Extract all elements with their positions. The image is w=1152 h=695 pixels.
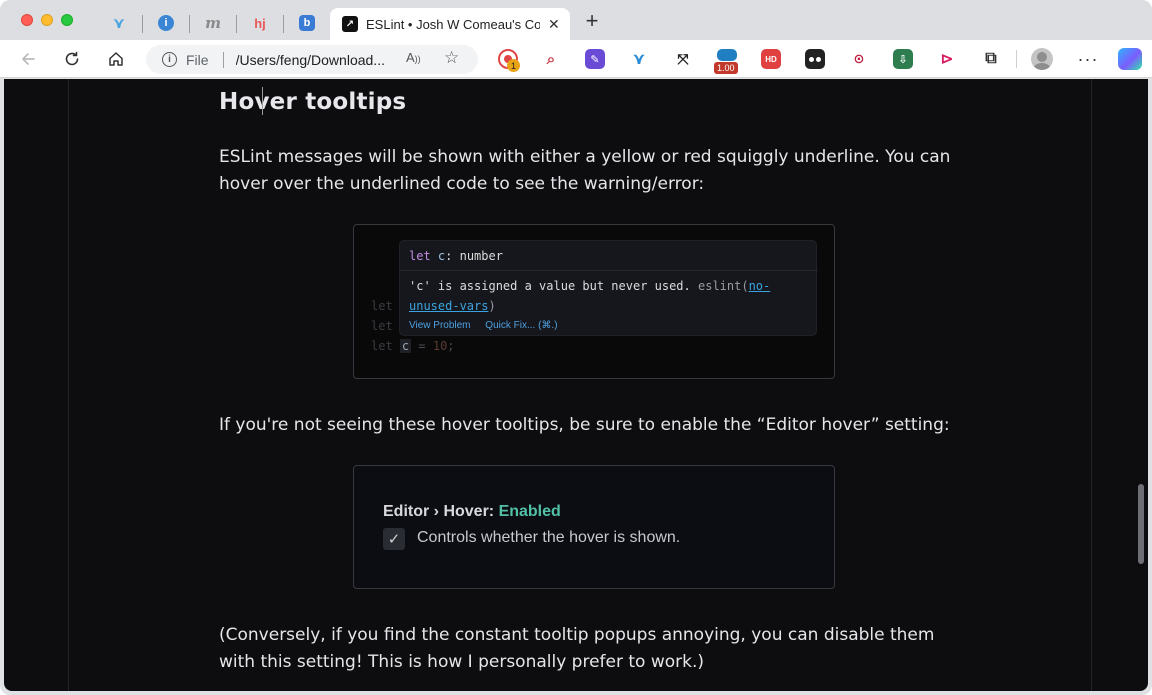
tab-strip: ⋎ i m hj b ↗ ESLint • Josh W Comeau's Co… [0,0,1152,40]
hj-tab-icon: hj [254,15,266,31]
extension-pen-icon[interactable]: ✎ [585,49,605,69]
code-tooltip-figure: let let let c = 10; let c: number 'c' is… [353,224,835,379]
profile-avatar[interactable] [1031,48,1053,70]
extension-speed-icon[interactable] [717,49,737,61]
extension-hd-icon[interactable]: HD [761,49,781,69]
setting-title: Editor › Hover: Enabled [383,503,561,520]
tab-separator [283,15,284,33]
b-tab-icon: b [299,15,315,31]
toolbar-separator [1016,50,1017,68]
address-bar[interactable]: i File /Users/feng/Download... A)) ☆ [146,45,478,74]
close-tab-icon[interactable]: ✕ [548,16,560,33]
tab-separator [142,15,143,33]
favorite-star-icon[interactable]: ☆ [444,48,459,68]
copilot-icon[interactable] [1118,48,1142,70]
column-guide-left [68,79,69,691]
paragraph-conversely: (Conversely, if you find the constant to… [219,625,935,672]
setting-value: Enabled [498,503,561,520]
code-line-3: let c = 10; [371,339,455,353]
minimize-window-button[interactable] [41,14,53,26]
underlined-variable: c [399,339,412,353]
section-heading: Hover tooltips [219,89,407,115]
extension-badge: 1 [507,59,520,72]
tooltip-actions: View Problem Quick Fix... (⌘.) [409,320,570,331]
code-line-2: let [371,319,393,333]
column-guide-right [1091,79,1092,691]
more-menu-icon[interactable]: ··· [1077,48,1099,70]
address-url[interactable]: /Users/feng/Download... [236,52,394,68]
site-info-icon[interactable]: i [162,52,177,67]
close-window-button[interactable] [21,14,33,26]
info-tab-icon: i [158,15,174,31]
pinned-tab-m[interactable]: m [199,10,227,36]
paragraph-enable-setting: If you're not seeing these hover tooltip… [219,415,950,435]
hover-tooltip: let c: number 'c' is assigned a value bu… [399,240,818,336]
extension-download-icon[interactable]: ⇩ [893,49,913,69]
tab-separator [236,15,237,33]
pinned-tab-info[interactable]: i [152,10,180,36]
browser-window: ⋎ i m hj b ↗ ESLint • Josh W Comeau's Co… [0,0,1152,695]
maximize-window-button[interactable] [61,14,73,26]
read-aloud-icon[interactable]: A)) [406,50,421,65]
tooltip-message: 'c' is assigned a value but never used. … [409,279,771,313]
text-caret [262,87,263,115]
vue-icon: ⋎ [112,15,126,32]
view-problem-link[interactable]: View Problem [409,320,471,331]
pinned-tab-b[interactable]: b [293,10,321,36]
paragraph-hover-intro: ESLint messages will be shown with eithe… [219,147,951,194]
extension-tile-icon[interactable] [805,49,825,69]
extension-play-icon[interactable]: ⊳ [937,49,957,69]
quick-fix-link[interactable]: Quick Fix... (⌘.) [485,320,557,331]
setting-description: Controls whether the hover is shown. [417,529,681,546]
browser-toolbar: i File /Users/feng/Download... A)) ☆ 1 ⌕… [0,40,1152,78]
reload-icon[interactable] [61,48,83,70]
code-line-1: let [371,299,393,313]
extension-video-icon[interactable]: ⊙ [849,49,869,69]
address-scheme: File [186,51,209,68]
pinned-tab-vue[interactable]: ⋎ [105,10,133,36]
setting-checkbox[interactable]: ✓ [383,528,405,550]
m-tab-icon: m [205,14,221,32]
tooltip-divider [400,270,818,271]
site-favicon-icon: ↗ [342,16,358,32]
tab-title: ESLint • Josh W Comeau's Cou [366,16,540,32]
extension-cross-icon[interactable]: ⤧ [673,49,693,69]
speed-badge: 1.00 [714,62,738,74]
page-viewport: Hover tooltips ESLint messages will be s… [4,79,1148,691]
extension-v-icon[interactable]: ⋎ [629,49,649,69]
active-tab[interactable]: ↗ ESLint • Josh W Comeau's Cou ✕ [330,8,570,40]
vertical-scrollbar[interactable] [1138,484,1144,564]
extensions-puzzle-icon[interactable]: ⧉ [981,49,1001,69]
editor-hover-setting-figure: Editor › Hover: Enabled ✓ Controls wheth… [353,465,835,589]
pinned-tab-hj[interactable]: hj [246,10,274,36]
tab-separator [189,15,190,33]
new-tab-button[interactable]: + [581,10,603,32]
address-divider [222,51,224,68]
home-icon[interactable] [105,48,127,70]
tooltip-signature: let c: number [409,249,503,263]
extension-search-icon[interactable]: ⌕ [541,49,561,69]
back-icon[interactable] [17,48,39,70]
